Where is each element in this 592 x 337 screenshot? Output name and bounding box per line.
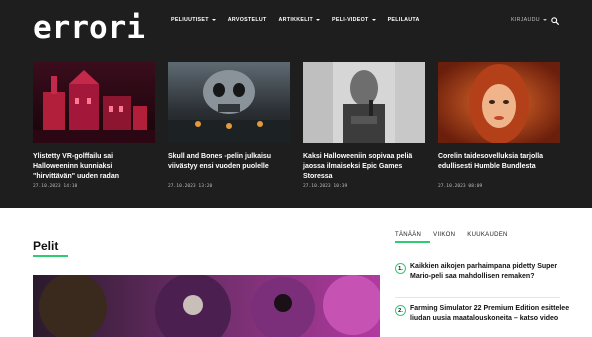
- nav-label: PELILAUTA: [387, 17, 420, 23]
- ranked-title[interactable]: Kaikkien aikojen parhaimpana pidetty Sup…: [410, 262, 570, 282]
- login-label: KIRJAUDU: [511, 17, 540, 23]
- article-date: 27.10.2023 14:18: [33, 184, 78, 189]
- header-area: errori PELIUUTISET ARVOSTELUT ARTIKKELIT…: [0, 0, 592, 208]
- logo-text: errori: [33, 10, 145, 46]
- article-thumbnail[interactable]: [438, 62, 560, 143]
- chevron-down-icon: [211, 19, 216, 21]
- article-title[interactable]: Corelin taidesovelluksia tarjolla edulli…: [438, 152, 560, 182]
- featured-card[interactable]: Skull and Bones -pelin julkaisu viivästy…: [168, 62, 290, 189]
- article-thumbnail[interactable]: [303, 62, 425, 143]
- nav-item-peliuutiset[interactable]: PELIUUTISET: [171, 17, 216, 23]
- rank-number: 2.: [395, 305, 406, 316]
- featured-card[interactable]: Corelin taidesovelluksia tarjolla edulli…: [438, 62, 560, 189]
- article-date: 27.10.2023 10:39: [303, 184, 348, 189]
- featured-card[interactable]: Ylistetty VR-golffailu sai Halloweeninn …: [33, 62, 155, 189]
- rank-number: 1.: [395, 263, 406, 274]
- featured-card[interactable]: Kaksi Halloweeniin sopivaa peliä jaossa …: [303, 62, 425, 189]
- active-tab-indicator: [395, 241, 430, 243]
- popular-tabs: TÄNÄÄN VIIKON KUUKAUDEN: [395, 232, 520, 238]
- ranked-item[interactable]: 2. Farming Simulator 22 Premium Edition …: [395, 304, 570, 324]
- hero-image[interactable]: [33, 275, 380, 337]
- article-title[interactable]: Kaksi Halloweeniin sopivaa peliä jaossa …: [303, 152, 425, 182]
- tab-month[interactable]: KUUKAUDEN: [467, 232, 507, 238]
- article-thumbnail[interactable]: [168, 62, 290, 143]
- nav-item-artikkelit[interactable]: ARTIKKELIT: [278, 17, 321, 23]
- main-nav: PELIUUTISET ARVOSTELUT ARTIKKELIT PELI-V…: [171, 17, 432, 23]
- section-underline: [33, 255, 68, 257]
- site-logo[interactable]: errori: [33, 10, 145, 46]
- section-title: Pelit: [33, 239, 59, 253]
- chevron-down-icon: [542, 19, 547, 21]
- nav-label: ARVOSTELUT: [227, 17, 267, 23]
- search-icon[interactable]: [551, 17, 559, 25]
- chevron-down-icon: [316, 19, 321, 21]
- chevron-down-icon: [371, 19, 376, 21]
- nav-label: PELI-VIDEOT: [332, 17, 369, 23]
- divider: [395, 297, 560, 298]
- nav-item-arvostelut[interactable]: ARVOSTELUT: [228, 17, 267, 23]
- tab-week[interactable]: VIIKON: [433, 232, 455, 238]
- article-date: 27.10.2023 08:09: [438, 184, 483, 189]
- nav-item-pelilauta[interactable]: PELILAUTA: [388, 17, 420, 23]
- nav-item-peli-videot[interactable]: PELI-VIDEOT: [332, 17, 376, 23]
- login-menu[interactable]: KIRJAUDU: [511, 17, 547, 23]
- article-thumbnail[interactable]: [33, 62, 155, 143]
- tab-today[interactable]: TÄNÄÄN: [395, 232, 421, 238]
- ranked-item[interactable]: 1. Kaikkien aikojen parhaimpana pidetty …: [395, 262, 570, 282]
- nav-label: ARTIKKELIT: [278, 17, 314, 23]
- featured-articles: Ylistetty VR-golffailu sai Halloweeninn …: [33, 62, 560, 189]
- article-title[interactable]: Ylistetty VR-golffailu sai Halloweeninn …: [33, 152, 155, 182]
- nav-label: PELIUUTISET: [171, 17, 209, 23]
- article-title[interactable]: Skull and Bones -pelin julkaisu viivästy…: [168, 152, 290, 182]
- ranked-title[interactable]: Farming Simulator 22 Premium Edition esi…: [410, 304, 570, 324]
- article-date: 27.10.2023 13:20: [168, 184, 213, 189]
